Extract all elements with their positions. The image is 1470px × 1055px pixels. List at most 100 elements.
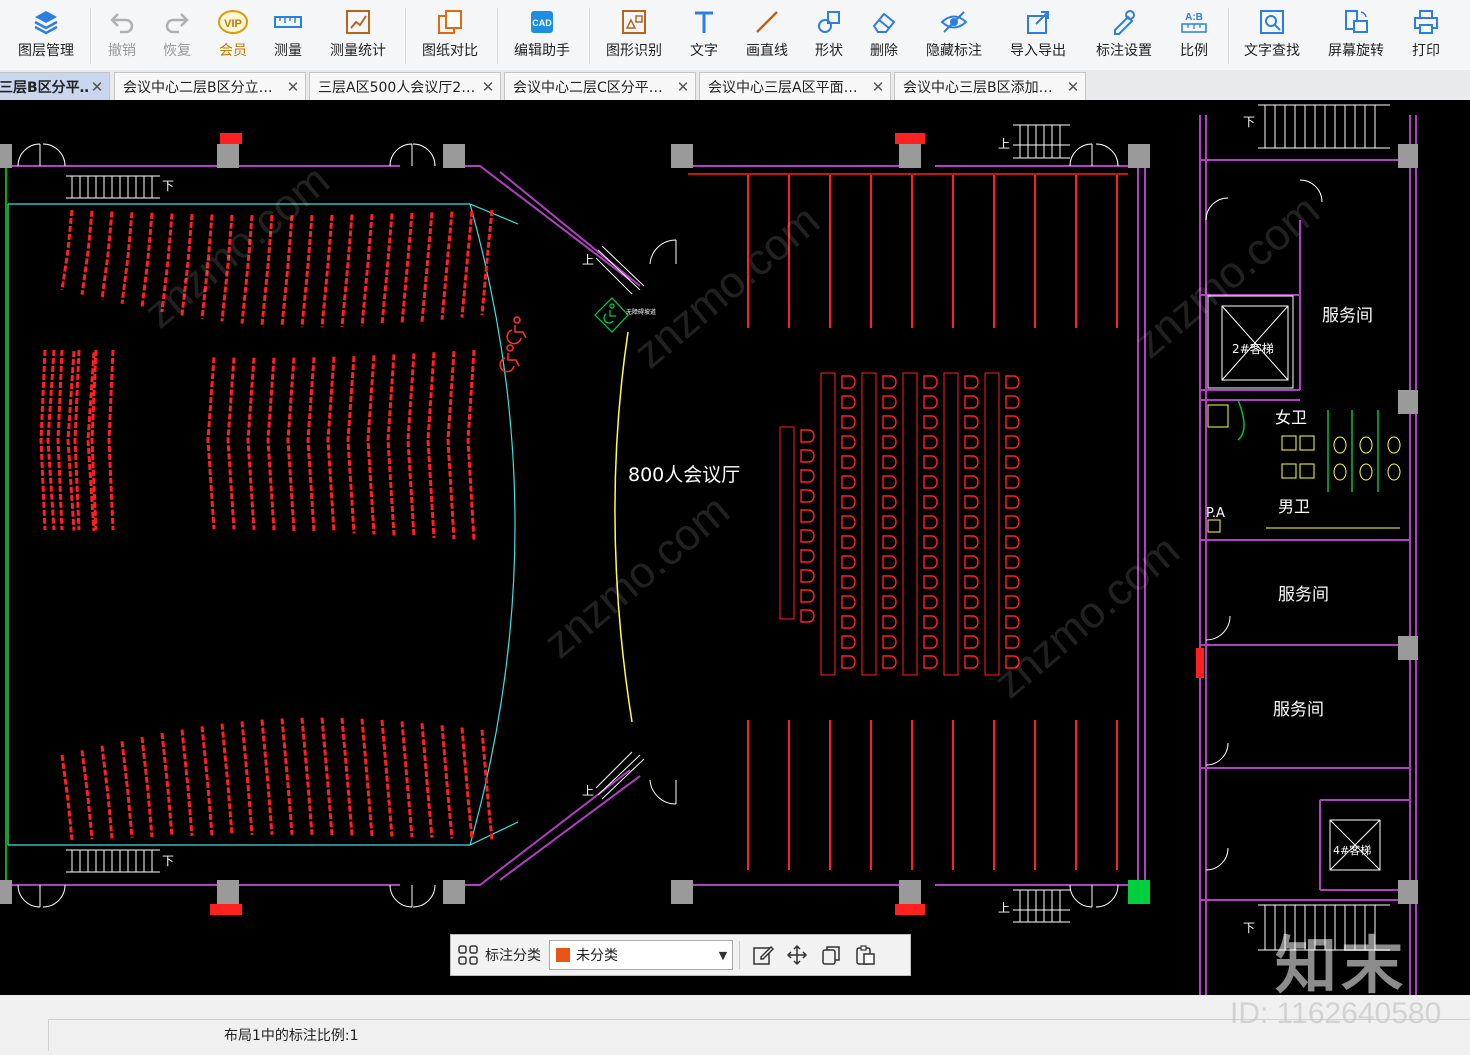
seat	[800, 429, 815, 443]
seat	[882, 555, 897, 569]
seat	[882, 535, 897, 549]
seat-row	[420, 212, 434, 322]
drawing-canvas[interactable]: 800人会议厅 服务间 服务间 服务间 女卫 男卫 P.A 2#客梯 4#客梯 …	[0, 100, 1470, 995]
stair-up-label: 上	[998, 137, 1010, 151]
seat	[964, 455, 979, 469]
text-search-button[interactable]: 文字查找	[1236, 6, 1308, 66]
seat	[882, 615, 897, 629]
seat	[800, 489, 815, 503]
seat-row	[466, 349, 476, 541]
seat	[964, 615, 979, 629]
seat-row	[46, 349, 56, 531]
seat	[882, 415, 897, 429]
annotation-category-select[interactable]: 未分类 ▼	[549, 940, 733, 970]
tab-document-1[interactable]: 三层B区分平… ✕	[0, 72, 110, 100]
paste-icon[interactable]	[848, 935, 882, 975]
tab-document-3[interactable]: 三层A区500人会议厅2… ✕	[309, 72, 501, 100]
seat-row	[73, 349, 81, 531]
stair-up-label: 上	[582, 784, 594, 798]
grid-icon[interactable]	[451, 935, 485, 975]
layer-manager-button[interactable]: 图层管理	[10, 6, 82, 66]
rotate-screen-button[interactable]: 屏幕旋转	[1320, 6, 1392, 66]
seat-row	[320, 214, 334, 328]
seat	[882, 635, 897, 649]
cad-edit-button[interactable]: CAD 编辑助手	[506, 6, 578, 66]
copy-icon[interactable]	[814, 935, 848, 975]
measure-button[interactable]: 测量	[266, 6, 310, 66]
move-icon[interactable]	[780, 935, 814, 975]
seat-row	[80, 210, 94, 295]
measure-icon	[271, 6, 305, 38]
import-export-icon	[1021, 6, 1055, 38]
seat	[1005, 595, 1020, 609]
seat	[964, 515, 979, 529]
seat	[882, 595, 897, 609]
seat	[1005, 515, 1020, 529]
seat-row	[400, 721, 414, 838]
seat	[800, 569, 815, 583]
seat	[964, 595, 979, 609]
hide-annotation-button[interactable]: 隐藏标注	[918, 6, 990, 66]
import-export-button[interactable]: 导入导出	[1002, 6, 1074, 66]
seat-row	[386, 354, 396, 536]
female-restroom-label: 女卫	[1275, 408, 1307, 427]
tab-document-4[interactable]: 会议中心二层C区分平… ✕	[504, 72, 696, 100]
seat-row	[56, 349, 64, 531]
shape-recognize-button[interactable]: 图形识别	[598, 6, 670, 66]
seat	[923, 595, 938, 609]
undo-button[interactable]: 撤销	[100, 6, 144, 66]
hide-eye-icon	[937, 6, 971, 38]
seat	[923, 635, 938, 649]
scale-button[interactable]: A:B 比例	[1172, 6, 1216, 66]
male-restroom-label: 男卫	[1278, 497, 1310, 516]
seat-row	[306, 357, 316, 532]
compare-button[interactable]: 图纸对比	[414, 6, 486, 66]
seat	[882, 475, 897, 489]
draw-line-button[interactable]: 画直线	[738, 6, 796, 66]
tab-document-2[interactable]: 会议中心二层B区分立… ✕	[114, 72, 306, 100]
delete-button[interactable]: 删除	[862, 6, 906, 66]
seat	[800, 449, 815, 463]
seat	[882, 435, 897, 449]
vip-icon: VIP	[216, 6, 250, 38]
seat	[841, 375, 856, 389]
close-icon[interactable]: ✕	[480, 78, 496, 96]
shape-button[interactable]: 形状	[807, 6, 851, 66]
vip-button[interactable]: VIP 会员	[211, 6, 255, 66]
svg-text:CAD: CAD	[532, 18, 552, 28]
seat	[800, 549, 815, 563]
seat	[882, 395, 897, 409]
seat	[882, 495, 897, 509]
close-icon[interactable]: ✕	[285, 78, 301, 96]
seat-row	[460, 727, 474, 840]
seat-row	[246, 357, 256, 530]
stair-down-label: 下	[162, 179, 174, 193]
tab-document-6[interactable]: 会议中心三层B区添加… ✕	[894, 72, 1086, 100]
text-tool-button[interactable]: 文字	[682, 6, 726, 66]
elevator-4-label: 4#客梯	[1333, 843, 1371, 857]
seat	[964, 475, 979, 489]
print-button[interactable]: 打印	[1404, 6, 1448, 66]
tab-document-5[interactable]: 会议中心三层A区平面… ✕	[699, 72, 891, 100]
seat	[841, 535, 856, 549]
close-icon[interactable]: ✕	[870, 78, 886, 96]
edit-icon[interactable]	[746, 935, 780, 975]
seat	[841, 395, 856, 409]
close-icon[interactable]: ✕	[675, 78, 691, 96]
seat-row	[120, 212, 134, 304]
close-icon[interactable]: ✕	[89, 78, 105, 96]
seat	[1005, 475, 1020, 489]
seat	[923, 515, 938, 529]
seat-row	[380, 719, 394, 837]
category-color-swatch	[556, 948, 570, 962]
seat-row	[326, 356, 336, 533]
seat	[923, 555, 938, 569]
measure-stats-button[interactable]: 测量统计	[322, 6, 394, 66]
redo-button[interactable]: 恢复	[155, 6, 199, 66]
annotation-settings-button[interactable]: 标注设置	[1088, 6, 1160, 66]
close-icon[interactable]: ✕	[1065, 78, 1081, 96]
seat	[923, 655, 938, 669]
seat-row	[80, 750, 94, 840]
compare-icon	[433, 6, 467, 38]
undo-icon	[105, 6, 139, 38]
